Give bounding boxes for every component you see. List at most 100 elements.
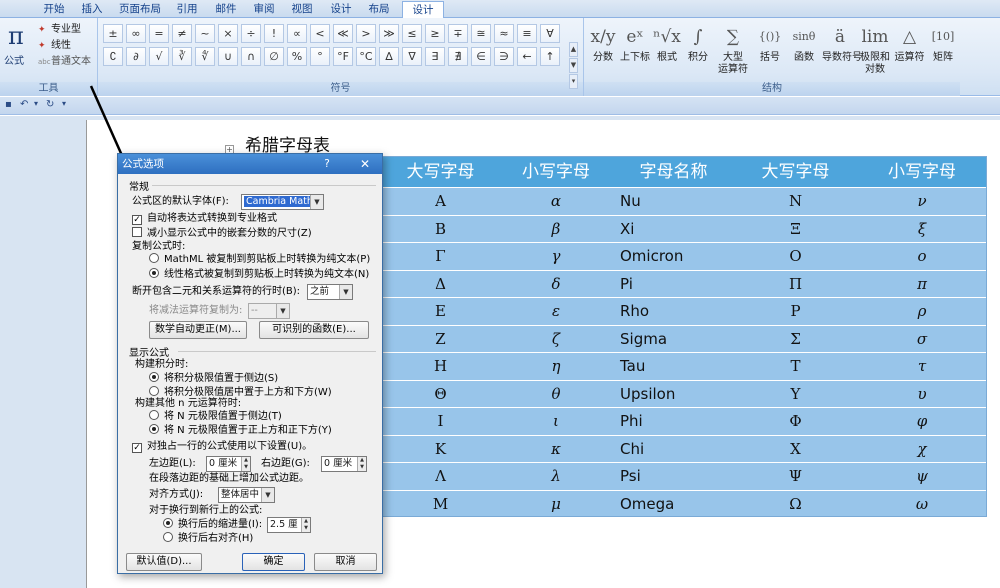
table-cell[interactable]: Γ [383, 243, 498, 270]
radio-off[interactable] [149, 410, 159, 420]
symbol-button[interactable]: ∞ [126, 24, 146, 43]
structure-button[interactable]: [10] 矩阵 [928, 22, 958, 64]
table-cell[interactable]: σ [858, 326, 986, 353]
linear-button[interactable]: ✦ 线性 [38, 38, 71, 53]
undo-dropdown-icon[interactable]: ▾ [34, 99, 38, 108]
symbol-button[interactable]: ← [517, 47, 537, 66]
checkbox-checked[interactable]: ✓ [132, 215, 142, 225]
symbol-button[interactable]: ≪ [333, 24, 353, 43]
checkbox-unchecked[interactable] [132, 227, 142, 237]
table-cell[interactable]: Χ [733, 436, 858, 463]
symbol-button[interactable]: ∂ [126, 47, 146, 66]
table-cell[interactable]: ο [858, 243, 986, 270]
save-icon[interactable]: ▪ [5, 99, 12, 110]
spin-arrows-icon[interactable]: ▲ ▼ [301, 518, 310, 532]
symbol-button[interactable]: ∃ [425, 47, 445, 66]
copy-mathml-radio[interactable]: MathML 被复制到剪贴板上时转换为纯文本(P) [149, 253, 370, 267]
radio-off[interactable] [149, 386, 159, 396]
table-cell[interactable]: Δ [383, 271, 498, 298]
reduce-fraction-checkbox[interactable]: 减小显示公式中的嵌套分数的尺寸(Z) [132, 227, 312, 241]
table-cell[interactable]: Ο [733, 243, 858, 270]
table-cell[interactable]: ψ [858, 463, 986, 490]
structure-button[interactable]: sinθ 函数 [789, 22, 819, 64]
undo-icon[interactable]: ↶ [20, 99, 28, 110]
wrap-indent-radio[interactable]: 换行后的缩进量(I): [163, 518, 262, 532]
radio-on[interactable] [149, 424, 159, 434]
structure-button[interactable]: ∑ 大型 运算符 [714, 22, 752, 76]
table-cell[interactable]: δ [498, 271, 614, 298]
table-cell[interactable]: Θ [383, 381, 498, 408]
table-cell[interactable]: Μ [383, 491, 498, 518]
table-cell[interactable]: Ψ [733, 463, 858, 490]
structure-button[interactable]: ä 导数符号 [822, 22, 862, 64]
right-margin-stepper[interactable]: 0 厘米 ▲ ▼ [321, 456, 367, 472]
symbol-button[interactable]: ∝ [287, 24, 307, 43]
tab-mailings[interactable]: 邮件 [210, 1, 242, 18]
normal-text-button[interactable]: abc普通文本 [38, 54, 91, 69]
checkbox-checked[interactable]: ✓ [132, 443, 142, 453]
spin-arrows-icon[interactable]: ▲ ▼ [241, 457, 250, 471]
table-header-cell[interactable]: 大写字母 [383, 157, 498, 187]
gallery-expand[interactable]: ▾ [569, 74, 578, 89]
table-cell[interactable]: Pi [614, 271, 733, 298]
wrap-right-radio[interactable]: 换行后右对齐(H) [163, 532, 253, 546]
table-cell[interactable]: Φ [733, 408, 858, 435]
symbol-button[interactable]: = [149, 24, 169, 43]
table-cell[interactable]: κ [498, 436, 614, 463]
symbol-button[interactable]: ≅ [471, 24, 491, 43]
table-cell[interactable]: Π [733, 271, 858, 298]
break-select[interactable]: 之前 ▼ [307, 284, 353, 300]
formula-button[interactable]: 公式 [4, 52, 24, 67]
symbol-button[interactable]: ∓ [448, 24, 468, 43]
radio-off[interactable] [163, 532, 173, 542]
tab-view[interactable]: 视图 [286, 1, 318, 18]
table-cell[interactable]: Ζ [383, 326, 498, 353]
table-cell[interactable]: Nu [614, 188, 733, 215]
help-icon[interactable]: ? [320, 154, 334, 174]
symbol-button[interactable]: < [310, 24, 330, 43]
symbol-button[interactable]: ≤ [402, 24, 422, 43]
radio-on[interactable] [149, 372, 159, 382]
cancel-button[interactable]: 取消 [314, 553, 377, 571]
symbol-button[interactable]: % [287, 47, 307, 66]
structure-button[interactable]: ⁿ√x 根式 [652, 22, 682, 64]
wrap-indent-stepper[interactable]: 2.5 厘 ▲ ▼ [267, 517, 311, 533]
redo-icon[interactable]: ↻ [46, 99, 54, 110]
table-cell[interactable]: Ν [733, 188, 858, 215]
table-cell[interactable]: Σ [733, 326, 858, 353]
table-cell[interactable]: Λ [383, 463, 498, 490]
professional-button[interactable]: ✦ 专业型 [38, 22, 81, 37]
symbol-button[interactable]: ∈ [471, 47, 491, 66]
table-cell[interactable]: θ [498, 381, 614, 408]
justify-select[interactable]: 整体居中 ▼ [218, 487, 275, 503]
table-cell[interactable]: Υ [733, 381, 858, 408]
table-cell[interactable]: Η [383, 353, 498, 380]
symbol-button[interactable]: ∪ [218, 47, 238, 66]
table-cell[interactable]: λ [498, 463, 614, 490]
table-cell[interactable]: υ [858, 381, 986, 408]
table-cell[interactable]: Κ [383, 436, 498, 463]
symbol-button[interactable]: ≫ [379, 24, 399, 43]
tab-insert[interactable]: 插入 [76, 1, 108, 18]
symbol-button[interactable]: ± [103, 24, 123, 43]
symbol-button[interactable]: ∜ [195, 47, 215, 66]
math-autocorrect-button[interactable]: 数学自动更正(M)... [149, 321, 247, 339]
symbol-button[interactable]: ~ [195, 24, 215, 43]
symbol-button[interactable]: ≠ [172, 24, 192, 43]
symbol-button[interactable]: ∋ [494, 47, 514, 66]
copy-linear-radio[interactable]: 线性格式被复制到剪贴板上时转换为纯文本(N) [149, 268, 369, 282]
left-margin-stepper[interactable]: 0 厘米 ▲ ▼ [206, 456, 251, 472]
table-cell[interactable]: Τ [733, 353, 858, 380]
table-cell[interactable]: Chi [614, 436, 733, 463]
symbol-button[interactable]: ∛ [172, 47, 192, 66]
radio-on[interactable] [163, 518, 173, 528]
table-cell[interactable]: Tau [614, 353, 733, 380]
table-cell[interactable]: Sigma [614, 326, 733, 353]
customize-toolbar-icon[interactable]: ▾ [62, 99, 66, 108]
radio-off[interactable] [149, 253, 159, 263]
table-cell[interactable]: Rho [614, 298, 733, 325]
table-cell[interactable]: Ξ [733, 216, 858, 243]
structure-button[interactable]: x/y 分数 [590, 22, 616, 64]
integral-side-radio[interactable]: 将积分极限值置于侧边(S) [149, 372, 278, 386]
gallery-scroll-up[interactable]: ▲ [569, 42, 578, 57]
